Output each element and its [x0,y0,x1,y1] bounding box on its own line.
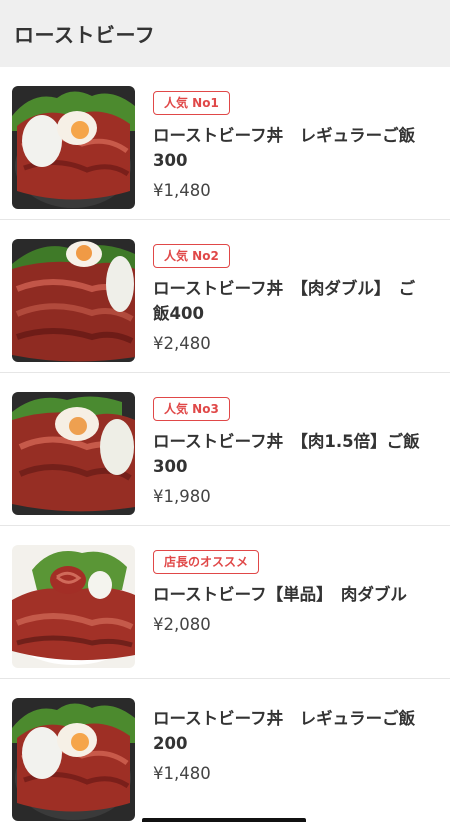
item-name: ローストビーフ丼 【肉1.5倍】ご飯300 [153,432,420,476]
app-header: ローストビーフ [0,0,450,67]
popularity-badge: 人気 No2 [153,244,230,268]
popularity-badge: 人気 No3 [153,397,230,421]
item-name: ローストビーフ【単品】 肉ダブル [153,585,407,604]
item-price: ¥2,480 [153,334,211,353]
menu-item[interactable]: 人気 No1 ローストビーフ丼 レギュラーご飯300 ¥1,480 [0,67,450,220]
roast-beef-bowl-photo [12,239,135,362]
roast-beef-bowl-photo [12,86,135,209]
item-price: ¥1,980 [153,487,211,506]
menu-item[interactable]: 人気 No3 ローストビーフ丼 【肉1.5倍】ご飯300 ¥1,980 [0,373,450,526]
menu-list: 人気 No1 ローストビーフ丼 レギュラーご飯300 ¥1,480 人気 No2… [0,67,450,822]
menu-item[interactable]: ローストビーフ丼 レギュラーご飯200 ¥1,480 [0,679,450,822]
roast-beef-bowl-photo [12,698,135,821]
item-name: ローストビーフ丼 レギュラーご飯300 [153,126,416,170]
item-price: ¥1,480 [153,764,211,783]
home-indicator [142,818,306,822]
roast-beef-plate-photo [12,545,135,668]
roast-beef-bowl-photo [12,392,135,515]
item-name: ローストビーフ丼 レギュラーご飯200 [153,709,416,753]
menu-item[interactable]: 店長のオススメ ローストビーフ【単品】 肉ダブル ¥2,080 [0,526,450,679]
page-title: ローストビーフ [14,23,156,47]
recommendation-badge: 店長のオススメ [153,550,260,574]
item-price: ¥2,080 [153,615,211,634]
popularity-badge: 人気 No1 [153,91,230,115]
item-price: ¥1,480 [153,181,211,200]
item-name: ローストビーフ丼 【肉ダブル】 ご飯400 [153,279,416,323]
menu-item[interactable]: 人気 No2 ローストビーフ丼 【肉ダブル】 ご飯400 ¥2,480 [0,220,450,373]
